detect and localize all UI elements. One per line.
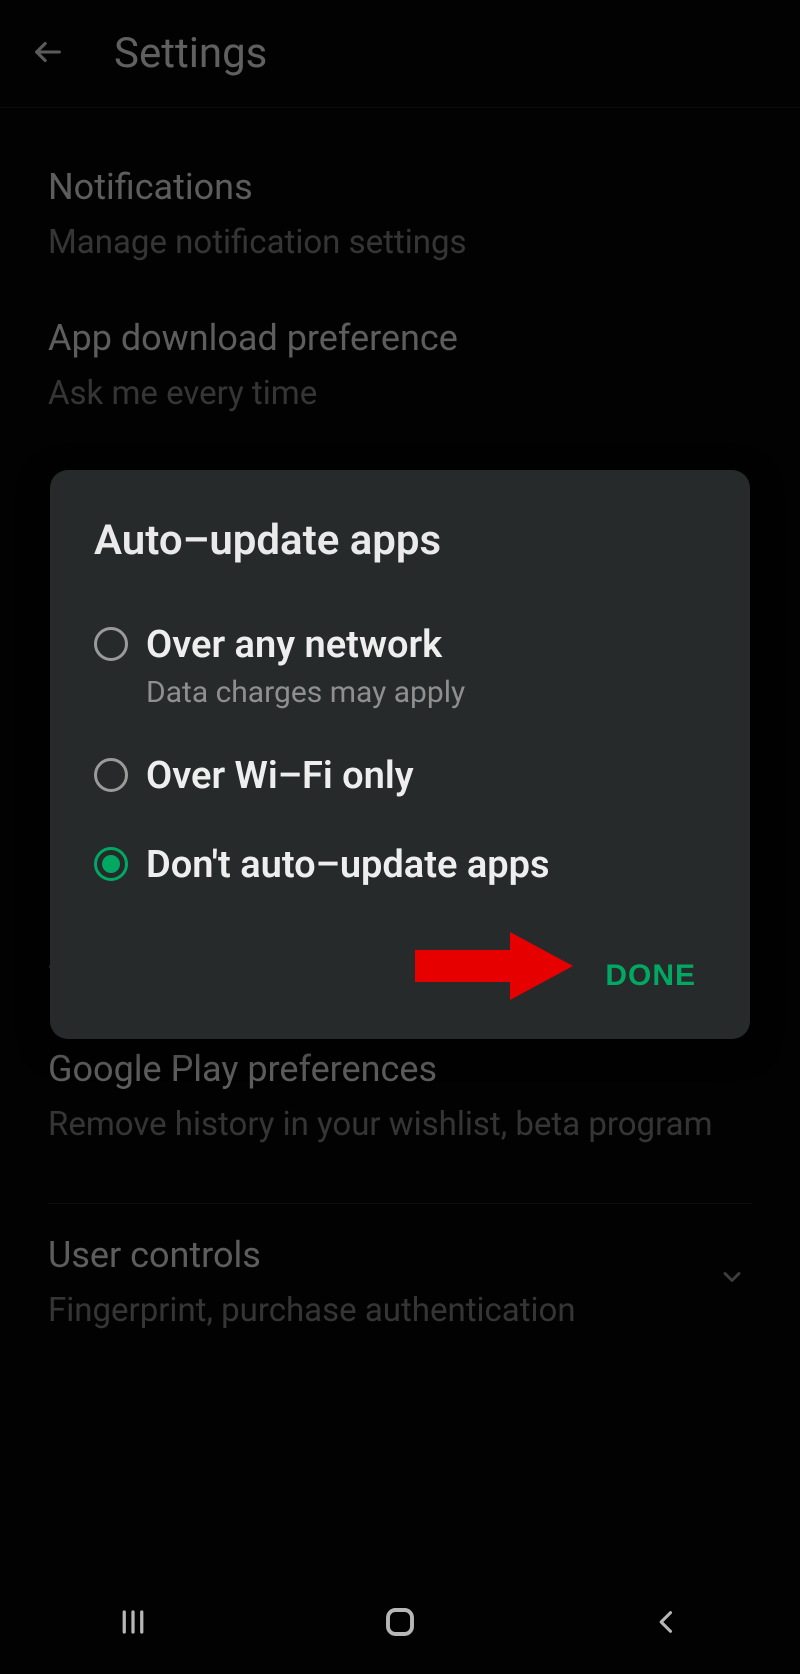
settings-topbar: Settings (0, 0, 800, 108)
nav-back-button[interactable] (607, 1594, 727, 1654)
option-label: Over Wi–Fi only (146, 754, 414, 800)
done-button[interactable]: DONE (591, 949, 710, 1003)
option-label: Over any network (146, 623, 465, 669)
option-text: Don't auto–update apps (146, 843, 550, 889)
option-over-any-network[interactable]: Over any network Data charges may apply (94, 601, 706, 732)
home-icon (382, 1604, 418, 1644)
option-dont-auto-update[interactable]: Don't auto–update apps (94, 821, 706, 911)
option-sublabel: Data charges may apply (146, 675, 465, 710)
chevron-left-icon (653, 1608, 681, 1640)
option-text: Over any network Data charges may apply (146, 623, 465, 710)
radio-icon (94, 847, 128, 881)
setting-notifications[interactable]: Notifications Manage notification settin… (48, 108, 752, 275)
nav-home-button[interactable] (340, 1594, 460, 1654)
setting-subtitle: Remove history in your wishlist, beta pr… (48, 1103, 752, 1148)
screen: Settings Notifications Manage notificati… (0, 0, 800, 1674)
arrow-left-icon (31, 35, 65, 73)
recents-icon (118, 1607, 148, 1641)
setting-title: Google Play preferences (48, 1046, 752, 1093)
dialog-title: Auto–update apps (50, 516, 750, 595)
option-text: Over Wi–Fi only (146, 754, 414, 800)
setting-subtitle: Ask me every time (48, 372, 752, 417)
divider (48, 1203, 752, 1204)
option-over-wifi-only[interactable]: Over Wi–Fi only (94, 732, 706, 822)
setting-title: App download preference (48, 315, 752, 362)
setting-app-download-preference[interactable]: App download preference Ask me every tim… (48, 275, 752, 426)
radio-icon (94, 758, 128, 792)
system-nav-bar (0, 1574, 800, 1674)
nav-recents-button[interactable] (73, 1594, 193, 1654)
setting-subtitle: Manage notification settings (48, 221, 752, 266)
radio-icon (94, 627, 128, 661)
setting-subtitle: Fingerprint, purchase authentication (48, 1289, 752, 1334)
radio-group: Over any network Data charges may apply … (50, 595, 750, 929)
setting-title: User controls (48, 1232, 752, 1279)
option-label: Don't auto–update apps (146, 843, 550, 889)
setting-user-controls[interactable]: User controls Fingerprint, purchase auth… (48, 1214, 752, 1343)
auto-update-dialog: Auto–update apps Over any network Data c… (50, 470, 750, 1039)
back-button[interactable] (22, 28, 74, 80)
chevron-down-icon (718, 1263, 746, 1295)
setting-title: Notifications (48, 164, 752, 211)
dialog-actions: DONE (50, 929, 750, 1009)
page-title: Settings (114, 29, 267, 78)
